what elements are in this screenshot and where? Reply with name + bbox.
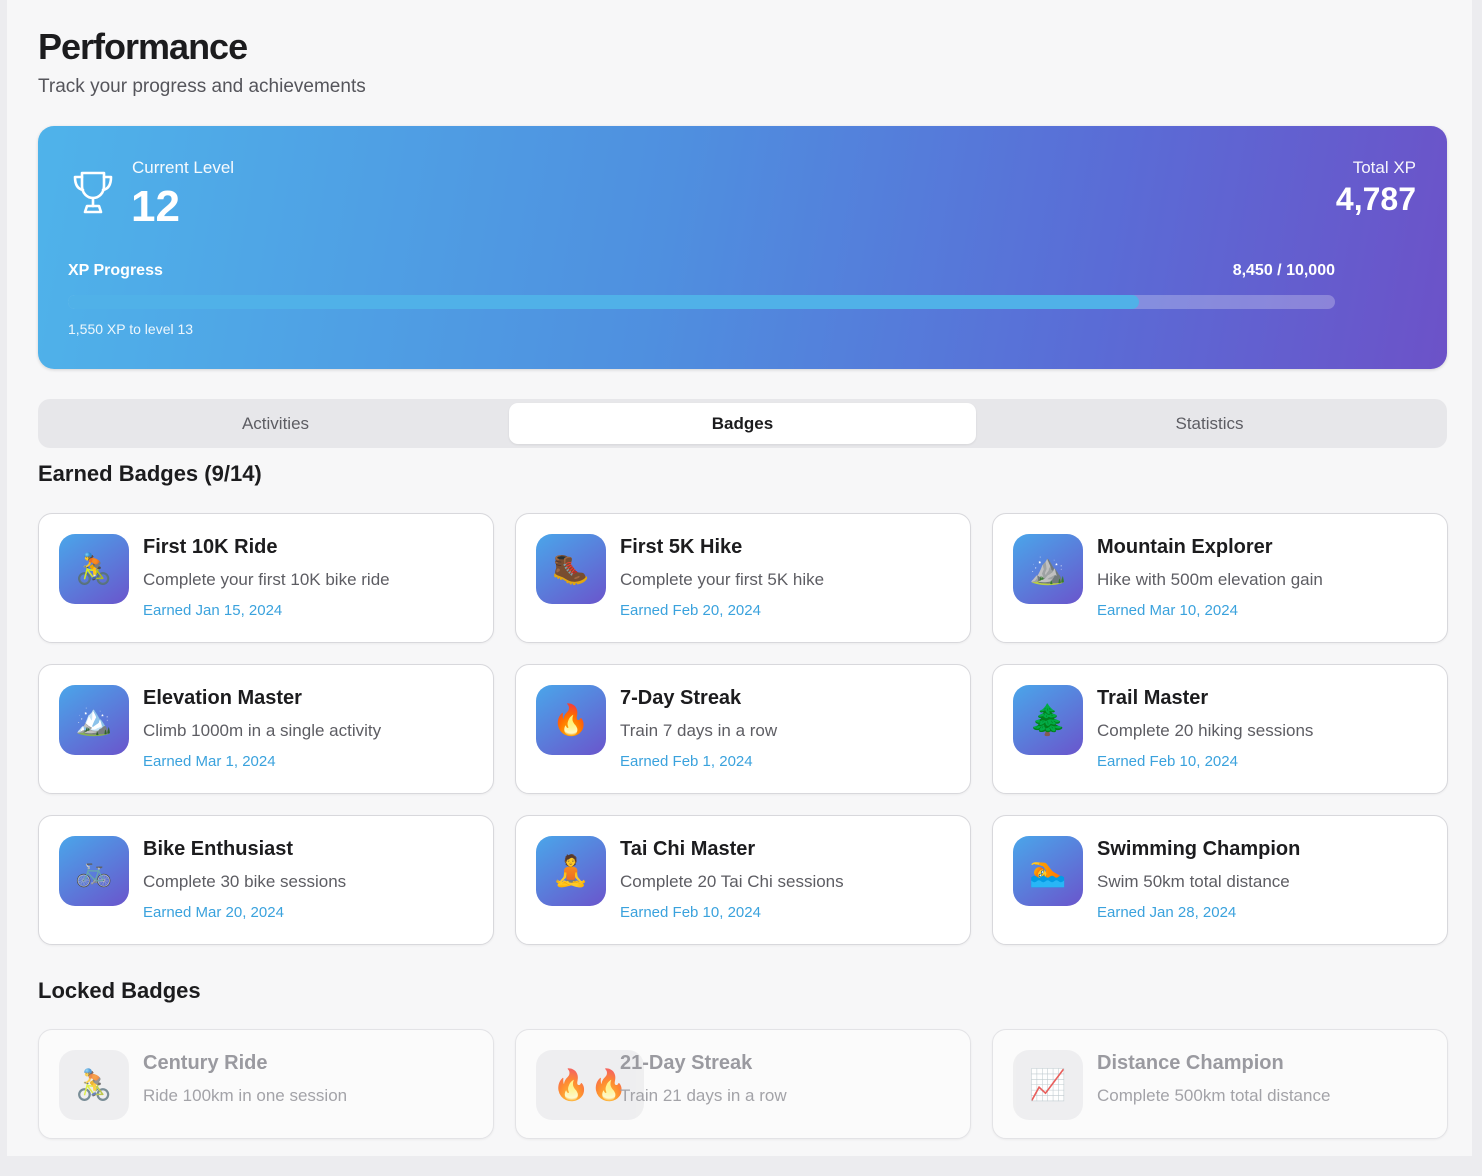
tab-badges[interactable]: Badges xyxy=(509,403,976,444)
badge-name: Distance Champion xyxy=(1097,1052,1284,1074)
current-level-value: 12 xyxy=(131,182,180,231)
badge-name: Mountain Explorer xyxy=(1097,536,1273,558)
badge-text: Mountain Explorer Hike with 500m elevatio… xyxy=(1097,536,1433,619)
badge-description: Climb 1000m in a single activity xyxy=(143,721,382,740)
badge-description: Train 7 days in a row xyxy=(620,721,778,740)
badge-name: Swimming Champion xyxy=(1097,838,1301,860)
badge-name: First 5K Hike xyxy=(620,536,743,558)
badge-text: Century Ride Ride 100km in one session xyxy=(143,1052,479,1106)
tab-statistics[interactable]: Statistics xyxy=(976,403,1443,444)
badge-name: Century Ride xyxy=(143,1052,268,1074)
badge-card[interactable]: 🚴 First 10K Ride Complete your first 10K b… xyxy=(38,513,494,643)
badge-text: Swimming Champion Swim 50km total distanc… xyxy=(1097,838,1433,921)
badge-icon: 🏔️ xyxy=(59,685,129,755)
badge-name: Tai Chi Master xyxy=(620,838,756,860)
badge-icon: 🚴 xyxy=(59,534,129,604)
total-xp-label: Total XP xyxy=(1352,158,1416,177)
badge-earned-date: Earned Feb 1, 2024 xyxy=(620,753,753,770)
level-card: Current Level 12 Total XP 4,787 XP Progr… xyxy=(38,126,1447,369)
badge-text: First 5K Hike Complete your first 5K hike… xyxy=(620,536,956,619)
badge-icon: 🔥 xyxy=(536,685,606,755)
badge-name: Elevation Master xyxy=(143,687,302,709)
badge-text: Elevation Master Climb 1000m in a single … xyxy=(143,687,479,770)
badge-description: Complete your first 10K bike ride xyxy=(143,570,390,589)
page-title: Performance xyxy=(38,26,248,67)
badge-card[interactable]: 🏊 Swimming Champion Swim 50km total distan… xyxy=(992,815,1448,945)
badge-icon: 📈 xyxy=(1013,1050,1083,1120)
badge-name: First 10K Ride xyxy=(143,536,278,558)
badge-icon: 🚲 xyxy=(59,836,129,906)
badge-card[interactable]: 🌲 Trail Master Complete 20 hiking sessions… xyxy=(992,664,1448,794)
badge-earned-date: Earned Feb 20, 2024 xyxy=(620,602,761,619)
badge-card[interactable]: 🥾 First 5K Hike Complete your first 5K hik… xyxy=(515,513,971,643)
badge-icon: ⛰️ xyxy=(1013,534,1083,604)
badge-card[interactable]: 🚲 Bike Enthusiast Complete 30 bike session… xyxy=(38,815,494,945)
badge-name: Trail Master xyxy=(1097,687,1209,709)
xp-progress-fill xyxy=(68,295,1139,309)
badge-description: Complete 30 bike sessions xyxy=(143,872,347,891)
badge-earned-date: Earned Feb 10, 2024 xyxy=(1097,753,1238,770)
badge-icon: 🏊 xyxy=(1013,836,1083,906)
badge-text: Distance Champion Complete 500km total di… xyxy=(1097,1052,1433,1106)
badge-name: 7-Day Streak xyxy=(620,687,742,709)
tab-activities[interactable]: Activities xyxy=(42,403,509,444)
badge-description: Hike with 500m elevation gain xyxy=(1097,570,1323,589)
badge-card[interactable]: 🧘 Tai Chi Master Complete 20 Tai Chi sessi… xyxy=(515,815,971,945)
xp-progress-label: XP Progress xyxy=(68,262,163,279)
badge-name: 21-Day Streak xyxy=(620,1052,753,1074)
badge-text: 21-Day Streak Train 21 days in a row xyxy=(620,1052,956,1106)
badge-earned-date: Earned Mar 1, 2024 xyxy=(143,753,276,770)
badge-card[interactable]: 📈 Distance Champion Complete 500km total d… xyxy=(992,1029,1448,1139)
total-xp-value: 4,787 xyxy=(1335,181,1416,217)
page-header: Performance Track your progress and achi… xyxy=(38,26,366,98)
badge-icon: 🧘 xyxy=(536,836,606,906)
badge-card[interactable]: 🏔️ Elevation Master Climb 1000m in a singl… xyxy=(38,664,494,794)
locked-badges-grid: 🚴 Century Ride Ride 100km in one session 🔥🔥… xyxy=(38,1029,1448,1139)
badge-description: Complete 500km total distance xyxy=(1097,1086,1331,1105)
xp-to-next-level: 1,550 XP to level 13 xyxy=(68,321,194,337)
trophy-icon xyxy=(73,171,113,214)
badge-text: 7-Day Streak Train 7 days in a row Earned … xyxy=(620,687,956,770)
badge-text: First 10K Ride Complete your first 10K bi… xyxy=(143,536,479,619)
badge-text: Tai Chi Master Complete 20 Tai Chi sessio… xyxy=(620,838,956,921)
badge-earned-date: Earned Mar 10, 2024 xyxy=(1097,602,1238,619)
earned-badges-title: Earned Badges (9/14) xyxy=(38,461,262,486)
badge-description: Complete 20 hiking sessions xyxy=(1097,721,1314,740)
badge-name: Bike Enthusiast xyxy=(143,838,294,860)
locked-badges-title: Locked Badges xyxy=(38,978,201,1003)
performance-page: Performance Track your progress and achi… xyxy=(7,0,1472,1156)
badge-description: Train 21 days in a row xyxy=(620,1086,787,1105)
tab-bar: Activities Badges Statistics xyxy=(38,399,1447,448)
badge-card[interactable]: 🔥 7-Day Streak Train 7 days in a row Earned… xyxy=(515,664,971,794)
page-subtitle: Track your progress and achievements xyxy=(38,76,366,97)
badge-card[interactable]: 🔥🔥 21-Day Streak Train 21 days in a row xyxy=(515,1029,971,1139)
badge-earned-date: Earned Jan 28, 2024 xyxy=(1097,904,1237,921)
badge-card[interactable]: 🚴 Century Ride Ride 100km in one session xyxy=(38,1029,494,1139)
badge-icon: 🥾 xyxy=(536,534,606,604)
badge-icon: 🌲 xyxy=(1013,685,1083,755)
badge-earned-date: Earned Jan 15, 2024 xyxy=(143,602,283,619)
earned-badges-grid: 🚴 First 10K Ride Complete your first 10K b… xyxy=(38,513,1448,945)
badge-text: Trail Master Complete 20 hiking sessions E… xyxy=(1097,687,1433,770)
badge-earned-date: Earned Feb 10, 2024 xyxy=(620,904,761,921)
badge-description: Swim 50km total distance xyxy=(1097,872,1290,891)
badge-earned-date: Earned Mar 20, 2024 xyxy=(143,904,284,921)
badge-icon: 🚴 xyxy=(59,1050,129,1120)
xp-progress-bar xyxy=(68,295,1335,309)
badge-description: Complete your first 5K hike xyxy=(620,570,825,589)
badge-card[interactable]: ⛰️ Mountain Explorer Hike with 500m elevat… xyxy=(992,513,1448,643)
badge-description: Ride 100km in one session xyxy=(143,1086,348,1105)
badge-description: Complete 20 Tai Chi sessions xyxy=(620,872,844,891)
xp-progress-count: 8,450 / 10,000 xyxy=(1232,262,1335,279)
badge-text: Bike Enthusiast Complete 30 bike sessions… xyxy=(143,838,479,921)
current-level-label: Current Level xyxy=(132,158,235,177)
